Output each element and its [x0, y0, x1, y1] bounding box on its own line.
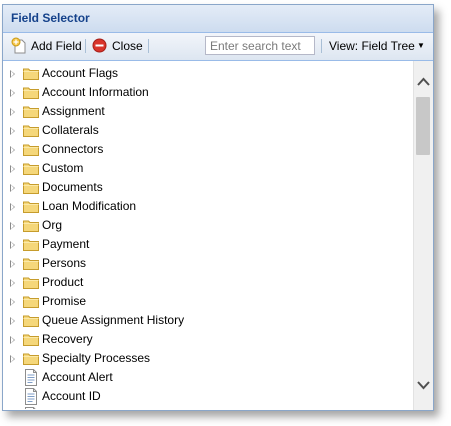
tree-folder-row[interactable]: Loan Modification	[3, 197, 411, 216]
folder-icon	[23, 143, 39, 156]
tree-folder-row[interactable]: Documents	[3, 178, 411, 197]
title-bar: Field Selector	[3, 5, 433, 33]
folder-icon	[23, 86, 39, 99]
tree-folder-row[interactable]: Account Flags	[3, 64, 411, 83]
field-icon	[24, 388, 38, 405]
toolbar-separator	[85, 39, 86, 53]
tree-folder-label: Product	[42, 275, 84, 289]
tree-folder-label: Org	[42, 218, 63, 232]
chevron-down-icon	[417, 381, 430, 390]
expander-icon[interactable]	[10, 203, 15, 211]
add-field-label: Add Field	[31, 39, 82, 53]
folder-icon	[23, 67, 39, 80]
field-icon	[24, 369, 38, 386]
view-selector-label: View: Field Tree	[329, 39, 415, 53]
tree-folder-label: Recovery	[42, 332, 93, 346]
scroll-down-button[interactable]	[414, 376, 433, 394]
folder-icon	[23, 314, 39, 327]
tree-folder-label: Loan Modification	[42, 199, 137, 213]
expander-icon[interactable]	[10, 127, 15, 135]
folder-icon	[23, 238, 39, 251]
tree-folder-label: Documents	[42, 180, 103, 194]
folder-icon	[23, 352, 39, 365]
tree-folder-label: Specialty Processes	[42, 351, 151, 365]
tree-field-row[interactable]	[3, 406, 411, 409]
tree-field-label: Account ID	[42, 389, 101, 403]
expander-icon[interactable]	[10, 317, 15, 325]
scrollbar-thumb[interactable]	[416, 97, 430, 155]
tree-folder-label: Account Information	[42, 85, 149, 99]
toolbar-separator	[321, 39, 322, 53]
folder-icon	[23, 105, 39, 118]
expander-icon[interactable]	[10, 241, 15, 249]
close-icon	[92, 38, 107, 53]
tree-folder-label: Queue Assignment History	[42, 313, 185, 327]
tree-folder-row[interactable]: Promise	[3, 292, 411, 311]
folder-icon	[23, 219, 39, 232]
expander-icon[interactable]	[10, 165, 15, 173]
close-label: Close	[112, 39, 143, 53]
expander-icon[interactable]	[10, 260, 15, 268]
tree-folder-row[interactable]: Persons	[3, 254, 411, 273]
tree-folder-label: Persons	[42, 256, 87, 270]
tree-field-row[interactable]: Account Alert	[3, 368, 411, 387]
tree-folder-label: Payment	[42, 237, 90, 251]
view-selector-button[interactable]: View: Field Tree ▼	[329, 37, 425, 55]
folder-icon	[23, 181, 39, 194]
toolbar-separator	[148, 39, 149, 53]
chevron-up-icon	[417, 77, 430, 86]
folder-icon	[23, 295, 39, 308]
add-field-icon	[11, 37, 26, 54]
expander-icon[interactable]	[10, 298, 15, 306]
search-input[interactable]	[205, 36, 315, 55]
folder-icon	[23, 333, 39, 346]
tree-folder-row[interactable]: Account Information	[3, 83, 411, 102]
expander-icon[interactable]	[10, 184, 15, 192]
expander-icon[interactable]	[10, 89, 15, 97]
folder-icon	[23, 162, 39, 175]
field-tree: Account Flags Account Information Assignme…	[3, 61, 411, 409]
expander-icon[interactable]	[10, 222, 15, 230]
folder-icon	[23, 200, 39, 213]
tree-folder-label: Account Flags	[42, 66, 119, 80]
tree-folder-row[interactable]: Custom	[3, 159, 411, 178]
expander-icon[interactable]	[10, 336, 15, 344]
tree-folder-row[interactable]: Payment	[3, 235, 411, 254]
tree-folder-label: Connectors	[42, 142, 104, 156]
vertical-scrollbar[interactable]	[413, 61, 433, 410]
field-selector-window: Field Selector Add Field Close View: Fie…	[2, 4, 434, 411]
folder-icon	[23, 276, 39, 289]
scroll-up-button[interactable]	[414, 73, 433, 91]
tree-field-row[interactable]: Account ID	[3, 387, 411, 406]
tree-folder-row[interactable]: Queue Assignment History	[3, 311, 411, 330]
tree-folder-row[interactable]: Org	[3, 216, 411, 235]
tree-field-label: Account Alert	[42, 370, 113, 384]
panel-title: Field Selector	[11, 11, 90, 25]
tree-folder-row[interactable]: Specialty Processes	[3, 349, 411, 368]
folder-icon	[23, 257, 39, 270]
expander-icon[interactable]	[10, 279, 15, 287]
tree-folder-label: Collaterals	[42, 123, 99, 137]
tree-folder-row[interactable]: Product	[3, 273, 411, 292]
tree-folder-row[interactable]: Recovery	[3, 330, 411, 349]
tree-folder-row[interactable]: Connectors	[3, 140, 411, 159]
expander-icon[interactable]	[10, 108, 15, 116]
expander-icon[interactable]	[10, 146, 15, 154]
expander-icon[interactable]	[10, 355, 15, 363]
toolbar: Add Field Close View: Field Tree ▼	[3, 33, 433, 61]
expander-icon[interactable]	[10, 70, 15, 78]
folder-icon	[23, 124, 39, 137]
tree-folder-row[interactable]: Collaterals	[3, 121, 411, 140]
tree-folder-label: Custom	[42, 161, 84, 175]
tree-folder-label: Assignment	[42, 104, 105, 118]
field-icon	[24, 407, 38, 409]
tree-folder-label: Promise	[42, 294, 87, 308]
tree-folder-row[interactable]: Assignment	[3, 102, 411, 121]
chevron-down-icon: ▼	[417, 41, 425, 50]
